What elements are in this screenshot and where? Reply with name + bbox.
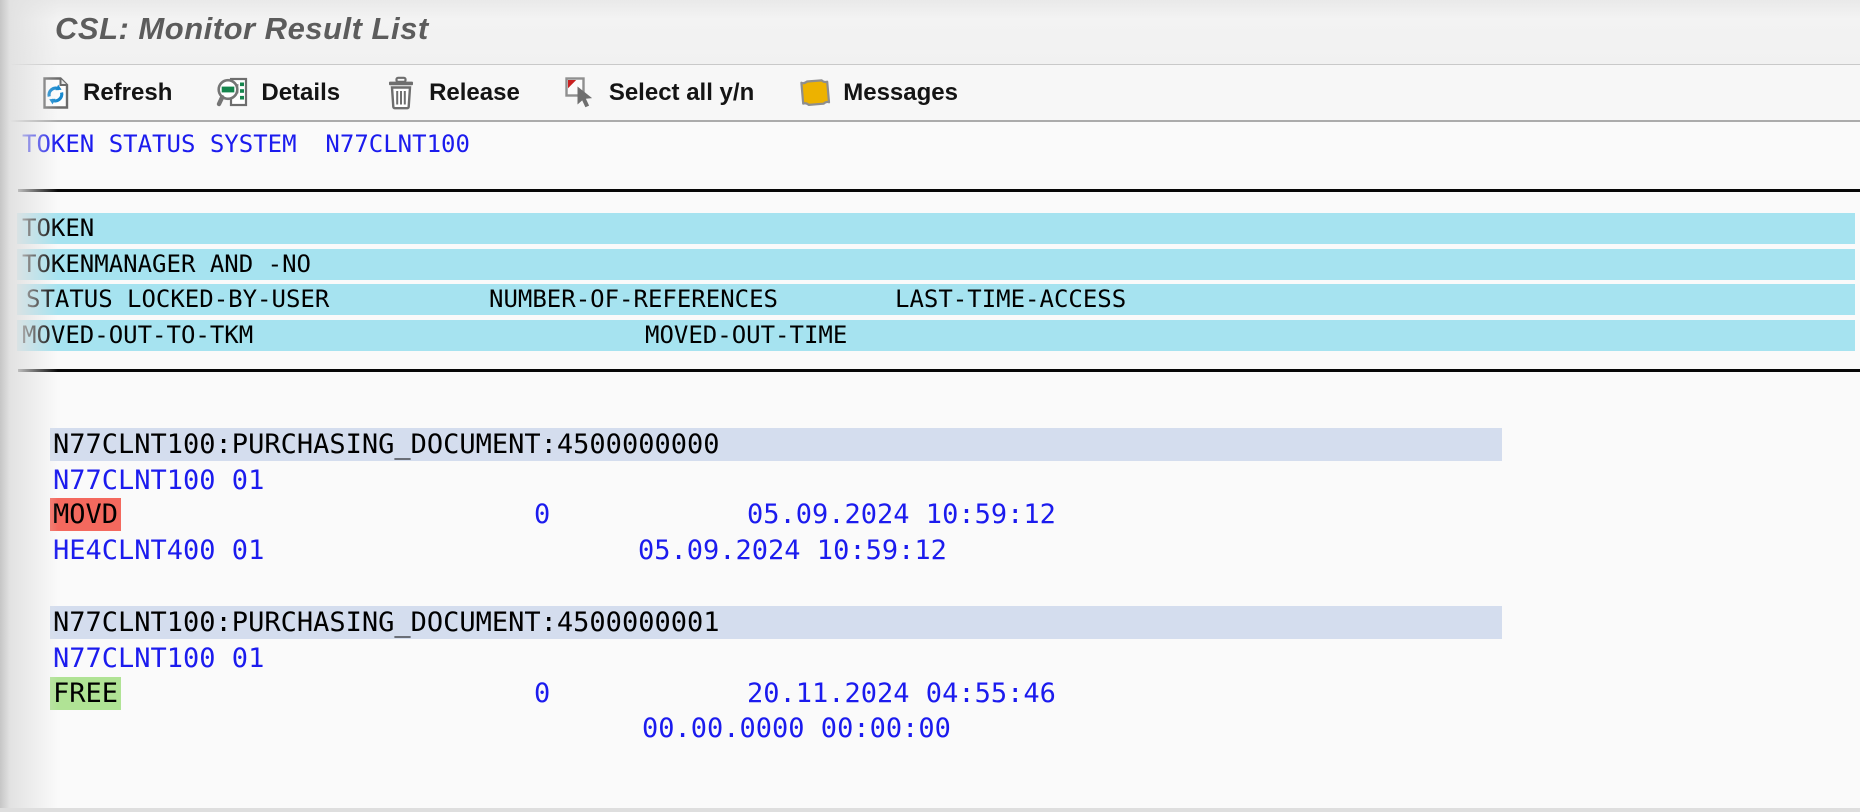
select-all-button[interactable]: Select all y/n — [564, 76, 754, 110]
messages-button-label: Messages — [843, 79, 958, 107]
select-all-button-label: Select all y/n — [609, 79, 754, 107]
number-of-references-value: 0 — [534, 498, 550, 531]
csl-monitor-window: { "window": { "title": "CSL: Monitor Res… — [0, 0, 1860, 812]
status-row: MOVD 0 05.09.2024 10:59:12 — [0, 498, 1860, 531]
system-line: TOKEN STATUS SYSTEM N77CLNT100 — [22, 127, 470, 161]
number-of-references-value: 0 — [534, 677, 550, 710]
header-token: TOKEN — [22, 213, 94, 244]
horizontal-rule-top — [18, 189, 1860, 192]
tokenmanager-row: N77CLNT100 01 — [0, 641, 1860, 676]
header-last-time-access: LAST-TIME-ACCESS — [895, 284, 1126, 315]
refresh-button-label: Refresh — [83, 79, 172, 107]
monitor-result-list: TOKEN STATUS SYSTEM N77CLNT100 TOKEN TOK… — [0, 122, 1860, 812]
list-header-row-token: TOKEN — [17, 213, 1855, 244]
refresh-icon — [38, 76, 72, 110]
release-button-label: Release — [429, 79, 520, 107]
application-toolbar: Refresh Details Release S — [0, 65, 1860, 122]
tokenmanager-row: N77CLNT100 01 — [0, 463, 1860, 498]
messages-scroll-icon — [798, 76, 832, 110]
tokenmanager-value: N77CLNT100 01 — [53, 463, 264, 498]
last-time-access-value: 20.11.2024 04:55:46 — [747, 677, 1056, 710]
token-name: N77CLNT100:PURCHASING_DOCUMENT:450000000… — [53, 606, 719, 639]
page-title: CSL: Monitor Result List — [55, 11, 429, 47]
header-moved-out-to-tkm: MOVED-OUT-TO-TKM — [22, 320, 253, 351]
header-locked-by-user: LOCKED-BY-USER — [127, 284, 329, 315]
refresh-button[interactable]: Refresh — [38, 76, 172, 110]
select-all-cursor-icon — [564, 76, 598, 110]
list-header-row-status: STATUS LOCKED-BY-USER NUMBER-OF-REFERENC… — [17, 284, 1855, 315]
release-button[interactable]: Release — [384, 76, 520, 110]
moved-out-row: HE4CLNT400 01 05.09.2024 10:59:12 — [0, 533, 1860, 568]
moved-out-time-value: 05.09.2024 10:59:12 — [638, 533, 947, 568]
details-button[interactable]: Details — [216, 76, 340, 110]
header-status: STATUS — [26, 284, 113, 315]
moved-out-time-value: 00.00.0000 00:00:00 — [642, 712, 951, 746]
status-badge: FREE — [50, 677, 121, 710]
trash-icon — [384, 76, 418, 110]
list-header-row-moved-out: MOVED-OUT-TO-TKM MOVED-OUT-TIME — [17, 320, 1855, 351]
last-time-access-value: 05.09.2024 10:59:12 — [747, 498, 1056, 531]
list-header-row-tokenmanager: TOKENMANAGER AND -NO — [17, 249, 1855, 280]
header-moved-out-time: MOVED-OUT-TIME — [645, 320, 847, 351]
tokenmanager-value: N77CLNT100 01 — [53, 641, 264, 676]
messages-button[interactable]: Messages — [798, 76, 958, 110]
details-button-label: Details — [261, 79, 340, 107]
title-bar: CSL: Monitor Result List — [0, 0, 1860, 65]
horizontal-rule-bottom — [18, 369, 1860, 372]
moved-out-to-tkm-value: HE4CLNT400 01 — [53, 533, 264, 568]
status-row: FREE 0 20.11.2024 04:55:46 — [0, 677, 1860, 710]
details-magnifier-icon — [216, 76, 250, 110]
token-name: N77CLNT100:PURCHASING_DOCUMENT:450000000… — [53, 428, 719, 461]
window-bottom-edge — [0, 808, 1860, 812]
header-number-of-references: NUMBER-OF-REFERENCES — [489, 284, 778, 315]
status-badge: MOVD — [50, 498, 121, 531]
header-tokenmanager: TOKENMANAGER AND -NO — [22, 249, 311, 280]
token-entry-row[interactable]: N77CLNT100:PURCHASING_DOCUMENT:450000000… — [50, 428, 1502, 461]
token-entry-row[interactable]: N77CLNT100:PURCHASING_DOCUMENT:450000000… — [50, 606, 1502, 639]
moved-out-row: 00.00.0000 00:00:00 — [0, 712, 1860, 746]
